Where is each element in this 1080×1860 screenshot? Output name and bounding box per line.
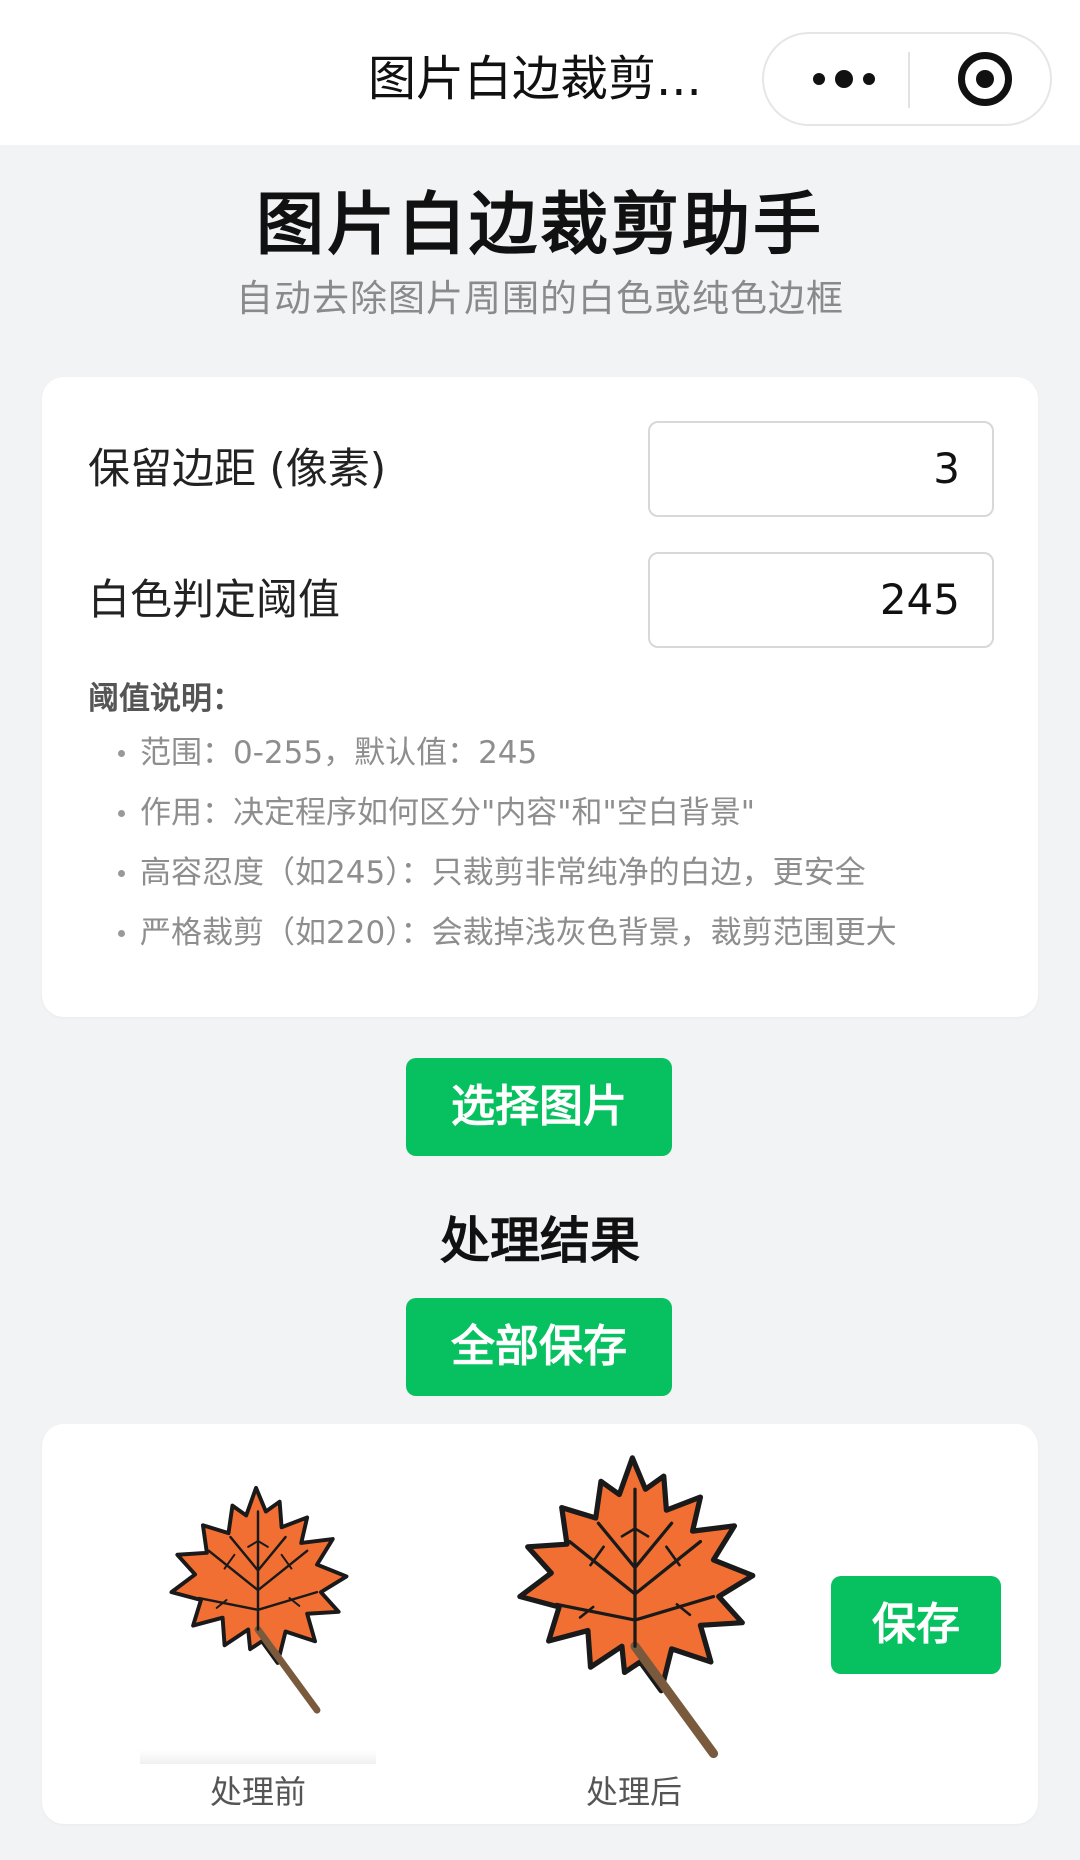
threshold-label: 白色判定阈值: [88, 575, 341, 624]
mini-program-capsule: [762, 32, 1052, 126]
threshold-note-heading: 阈值说明：: [88, 681, 243, 717]
page-title: 图片白边裁剪助手: [255, 186, 824, 265]
target-circle-icon[interactable]: [958, 52, 1012, 106]
threshold-note-list: 范围：0-255，默认值：245 作用：决定程序如何区分"内容"和"空白背景" …: [114, 731, 897, 971]
capsule-divider: [908, 52, 910, 108]
select-image-button[interactable]: 选择图片: [406, 1058, 672, 1156]
before-image[interactable]: [140, 1462, 376, 1764]
more-dots-icon[interactable]: [804, 34, 884, 124]
note-item: 作用：决定程序如何区分"内容"和"空白背景": [114, 791, 897, 851]
save-button[interactable]: 保存: [831, 1576, 1001, 1674]
margin-label: 保留边距 (像素): [88, 444, 387, 493]
note-item: 严格裁剪（如220）：会裁掉浅灰色背景，裁剪范围更大: [114, 911, 897, 971]
result-card: 处理前 处理后 保存: [42, 1424, 1038, 1824]
nav-bar: 图片白边裁剪...: [0, 0, 1080, 145]
results-heading: 处理结果: [440, 1212, 640, 1270]
white-border-strip: [140, 1750, 376, 1764]
save-all-button[interactable]: 全部保存: [406, 1298, 672, 1396]
after-image[interactable]: [504, 1450, 766, 1772]
settings-card: 保留边距 (像素) 3 白色判定阈值 245 阈值说明： 范围：0-255，默认…: [42, 377, 1038, 1017]
note-item: 范围：0-255，默认值：245: [114, 731, 897, 791]
nav-title: 图片白边裁剪...: [368, 51, 702, 107]
maple-leaf-after: [504, 1450, 766, 1764]
maple-leaf-before: [140, 1482, 376, 1718]
note-item: 高容忍度（如245）：只裁剪非常纯净的白边，更安全: [114, 851, 897, 911]
before-caption: 处理前: [209, 1773, 306, 1811]
page-subtitle: 自动去除图片周围的白色或纯色边框: [236, 277, 844, 320]
threshold-input[interactable]: 245: [648, 552, 994, 648]
after-caption: 处理后: [585, 1773, 682, 1811]
margin-input[interactable]: 3: [648, 421, 994, 517]
